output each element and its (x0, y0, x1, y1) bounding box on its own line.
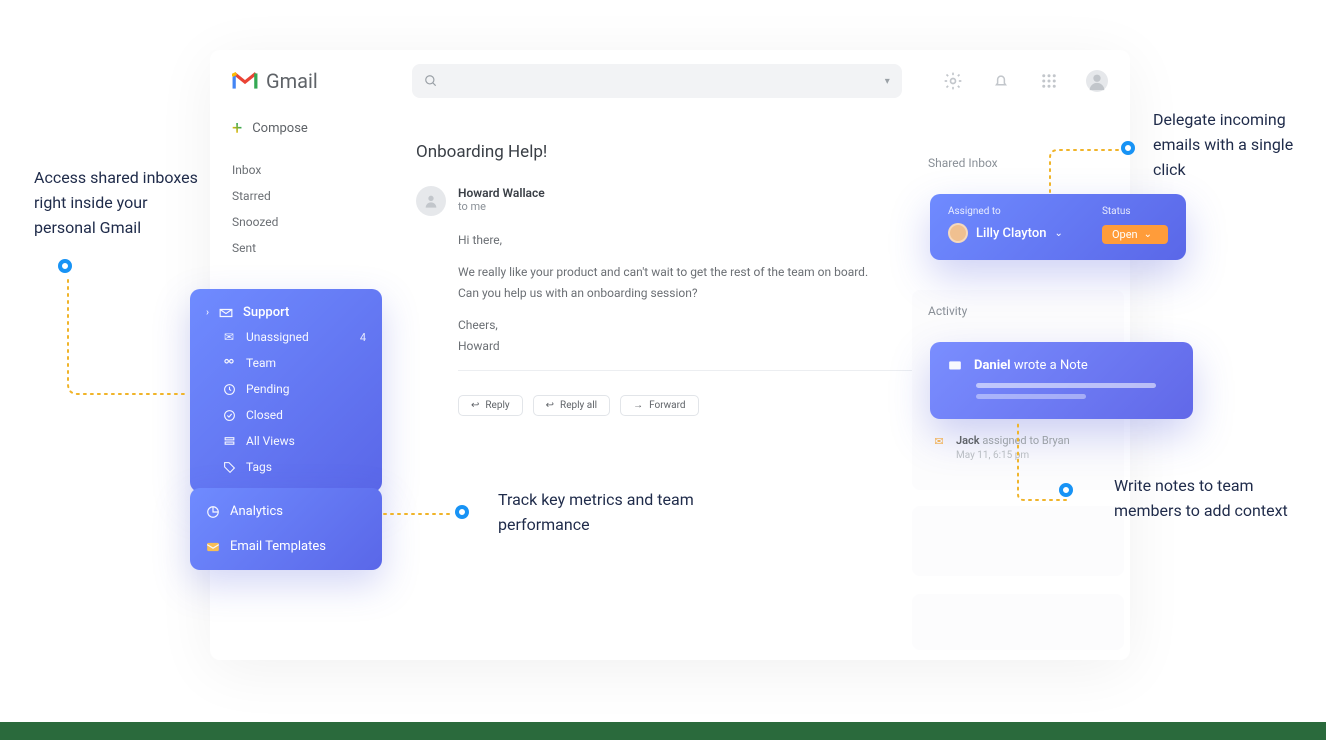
reply-icon: ↩ (471, 400, 479, 411)
activity-label: Activity (928, 304, 967, 318)
compose-label: Compose (252, 121, 308, 136)
envelope-icon: ✉ (222, 330, 236, 344)
forward-button[interactable]: →Forward (620, 395, 699, 416)
email-body-line: Can you help us with an onboarding sessi… (458, 286, 698, 300)
chevron-down-icon: ⌄ (1054, 228, 1062, 239)
note-title: Daniel wrote a Note (974, 358, 1088, 373)
panel-placeholder (912, 506, 1124, 576)
clock-icon (222, 382, 236, 396)
template-icon (206, 540, 220, 554)
check-circle-icon (222, 408, 236, 422)
email-signature: Howard (458, 339, 500, 353)
shared-item-all-views[interactable]: All Views (190, 428, 382, 454)
activity-actor: Jack (956, 434, 980, 447)
activity-text: assigned to Bryan (982, 434, 1069, 447)
sidebar-item-starred[interactable]: Starred (232, 183, 352, 209)
panel-placeholder (912, 594, 1124, 650)
assignee-selector[interactable]: Lilly Clayton ⌄ (948, 223, 1063, 243)
app-name: Gmail (266, 69, 318, 93)
sidebar-item-inbox[interactable]: Inbox (232, 157, 352, 183)
reply-all-icon: ↩ (546, 400, 554, 411)
sidebar-item-sent[interactable]: Sent (232, 235, 352, 261)
chevron-down-icon: ⌄ (1144, 229, 1152, 240)
note-card[interactable]: Daniel wrote a Note (930, 342, 1193, 419)
note-content-placeholder (976, 383, 1175, 399)
assignee-name: Lilly Clayton (976, 226, 1046, 241)
shared-inbox-header[interactable]: › Support (190, 301, 382, 324)
tools-card: Analytics Email Templates (190, 488, 382, 570)
callout-marker-icon (58, 259, 72, 273)
callout-shared-inboxes: Access shared inboxes right inside your … (34, 166, 204, 240)
shared-item-unassigned[interactable]: ✉ Unassigned 4 (190, 324, 382, 350)
shared-inbox-card: › Support ✉ Unassigned 4 Team Pending Cl… (190, 289, 382, 492)
note-icon (948, 359, 962, 373)
callout-marker-icon (1059, 483, 1073, 497)
tag-icon (222, 460, 236, 474)
callout-delegate: Delegate incoming emails with a single c… (1153, 108, 1313, 182)
chevron-right-icon: › (206, 307, 209, 318)
search-icon (424, 74, 438, 88)
status-selector[interactable]: Open ⌄ (1102, 225, 1168, 244)
sender-avatar-icon (416, 186, 446, 216)
shared-item-team[interactable]: Team (190, 350, 382, 376)
gmail-logo: Gmail (232, 69, 318, 93)
shared-item-pending[interactable]: Pending (190, 376, 382, 402)
unassigned-count: 4 (360, 331, 366, 344)
sidebar-item-snoozed[interactable]: Snoozed (232, 209, 352, 235)
assignee-avatar-icon (948, 223, 968, 243)
sender-name: Howard Wallace (458, 186, 545, 200)
compose-button[interactable]: + Compose (232, 118, 352, 139)
settings-icon[interactable] (942, 70, 964, 92)
callout-notes: Write notes to team members to add conte… (1114, 474, 1304, 524)
gmail-icon (232, 70, 258, 92)
reply-all-button[interactable]: ↩Reply all (533, 395, 610, 416)
email-body-line: We really like your product and can't wa… (458, 265, 868, 279)
shared-item-closed[interactable]: Closed (190, 402, 382, 428)
status-value: Open (1112, 228, 1138, 241)
assigned-to-label: Assigned to (948, 206, 1063, 217)
assignment-card: Assigned to Lilly Clayton ⌄ Status Open … (930, 194, 1186, 260)
pie-chart-icon (206, 505, 220, 519)
analytics-button[interactable]: Analytics (190, 494, 382, 529)
forward-icon: → (633, 400, 643, 411)
activity-timestamp: May 11, 6:15 pm (956, 450, 1070, 461)
people-icon (222, 356, 236, 370)
account-avatar-icon[interactable] (1086, 70, 1108, 92)
email-signoff: Cheers, (458, 318, 498, 332)
bell-icon[interactable] (990, 70, 1012, 92)
shared-inbox-title: Support (243, 305, 289, 320)
reply-button[interactable]: ↩Reply (458, 395, 523, 416)
envelope-icon: ✉ (932, 434, 946, 448)
callout-marker-icon (1121, 141, 1135, 155)
plus-icon: + (232, 118, 242, 139)
status-label: Status (1102, 206, 1168, 217)
callout-marker-icon (455, 505, 469, 519)
header-actions (942, 70, 1108, 92)
apps-grid-icon[interactable] (1038, 70, 1060, 92)
shared-inbox-label: Shared Inbox (928, 156, 998, 170)
recipient-line: to me (458, 200, 545, 213)
search-options-icon[interactable]: ▾ (885, 76, 890, 87)
footer-bar (0, 722, 1326, 740)
callout-metrics: Track key metrics and team performance (498, 488, 698, 538)
shared-item-tags[interactable]: Tags (190, 454, 382, 480)
email-templates-button[interactable]: Email Templates (190, 529, 382, 564)
search-input[interactable]: ▾ (412, 64, 902, 98)
layers-icon (222, 434, 236, 448)
topbar: Gmail ▾ (210, 50, 1130, 112)
inbox-folder-icon (219, 306, 233, 320)
activity-item: ✉ Jack assigned to Bryan May 11, 6:15 pm (932, 434, 1070, 461)
